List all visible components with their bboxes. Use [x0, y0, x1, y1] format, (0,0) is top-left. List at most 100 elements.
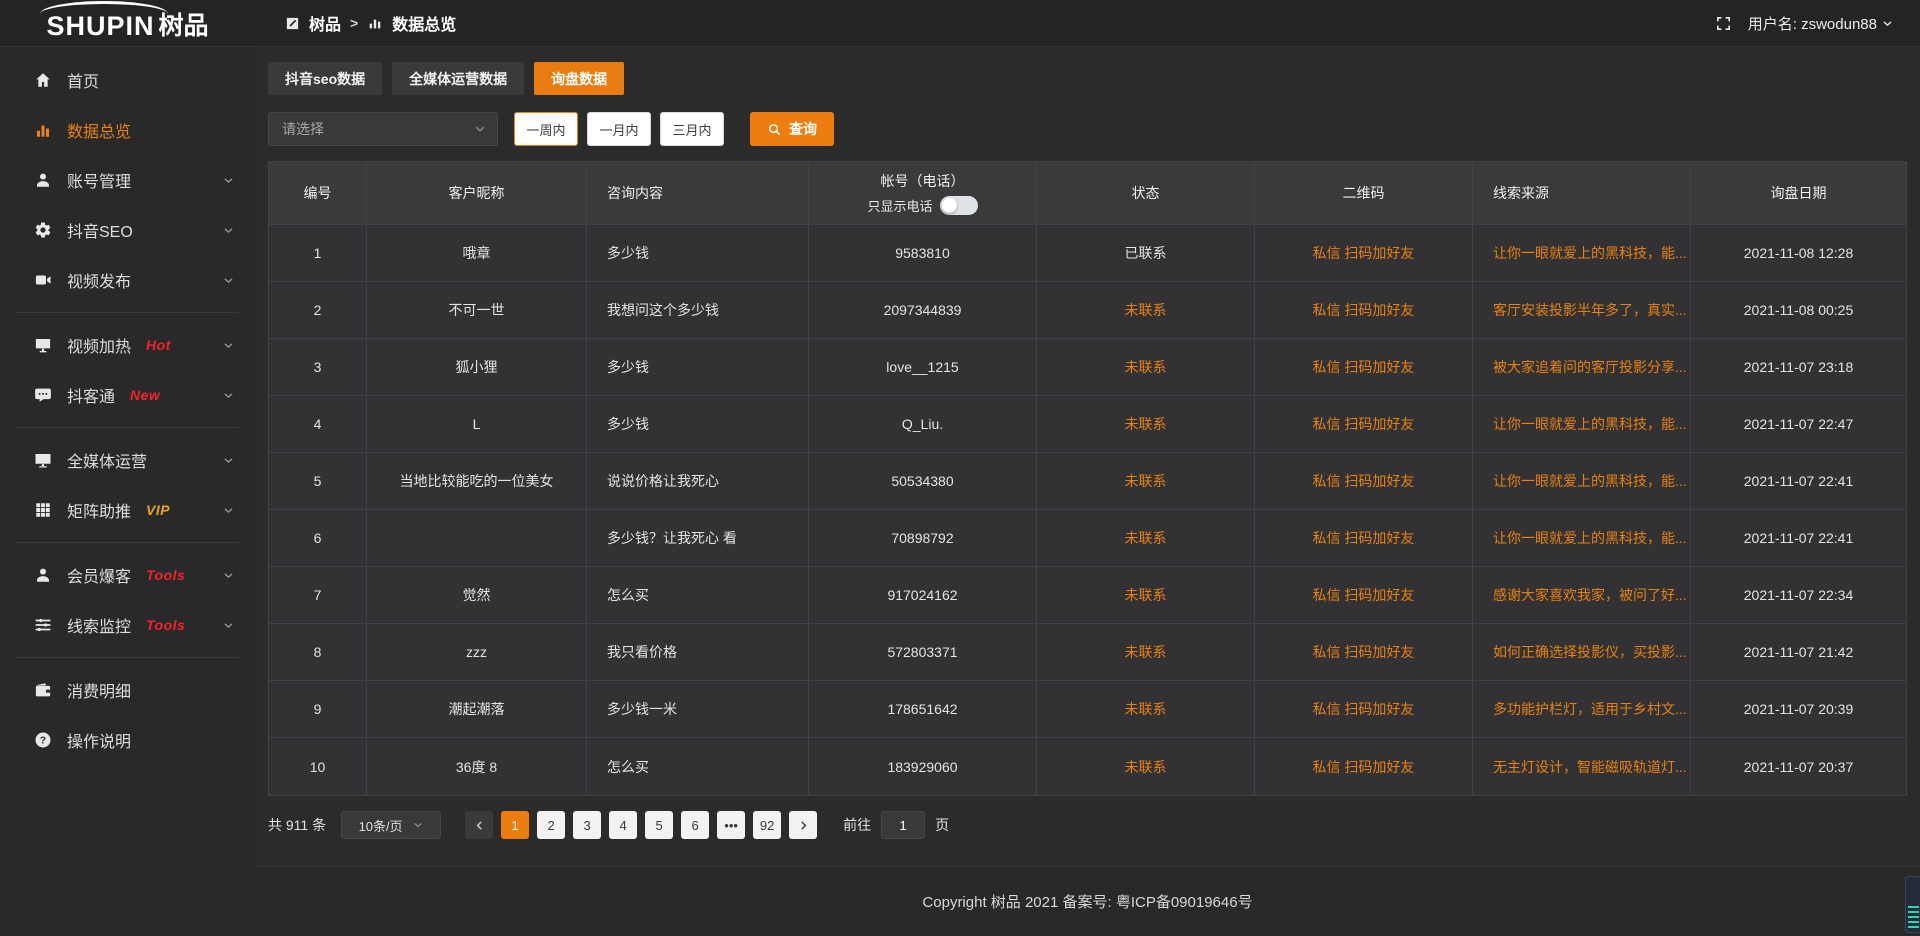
- cell-source[interactable]: 让你一眼就爱上的黑科技，能...: [1473, 510, 1691, 567]
- sidebar-item-video-4[interactable]: 视频发布: [0, 255, 255, 305]
- cell-status: 未联系: [1037, 510, 1255, 567]
- page-size-select[interactable]: 10条/页: [341, 811, 441, 839]
- cell-date: 2021-11-07 20:39: [1691, 681, 1906, 738]
- cell-account: 9583810: [809, 225, 1037, 282]
- cell-qrcode[interactable]: 私信 扫码加好友: [1255, 396, 1473, 453]
- sidebar-item-home-0[interactable]: 首页: [0, 55, 255, 105]
- page-size-label: 10条/页: [359, 816, 403, 835]
- cell-account: 50534380: [809, 453, 1037, 510]
- next-page-button[interactable]: [789, 811, 817, 839]
- cell-date: 2021-11-07 21:42: [1691, 624, 1906, 681]
- range-button-1[interactable]: 一月内: [587, 112, 651, 146]
- cell-source[interactable]: 如何正确选择投影仪，买投影...: [1473, 624, 1691, 681]
- table-row: 3狐小狸多少钱love__1215未联系私信 扫码加好友被大家追着问的客厅投影分…: [269, 339, 1906, 396]
- tab-1[interactable]: 全媒体运营数据: [392, 62, 524, 95]
- table-row: 4L多少钱Q_Liu.未联系私信 扫码加好友让你一眼就爱上的黑科技，能...20…: [269, 396, 1906, 453]
- range-button-0[interactable]: 一周内: [514, 112, 578, 146]
- sidebar-item-label: 消费明细: [67, 678, 131, 702]
- goto-page-input[interactable]: [881, 811, 925, 839]
- page-button-1[interactable]: 1: [501, 811, 529, 839]
- sidebar-item-label: 抖客通: [67, 383, 115, 407]
- chevron-down-icon: [222, 454, 235, 467]
- tab-0[interactable]: 抖音seo数据: [268, 62, 382, 95]
- sidebar-item-wallet-11[interactable]: 消费明细: [0, 665, 255, 715]
- cell-qrcode[interactable]: 私信 扫码加好友: [1255, 225, 1473, 282]
- cell-account: 572803371: [809, 624, 1037, 681]
- query-button-label: 查询: [789, 119, 817, 139]
- table-body: 1哦章多少钱9583810已联系私信 扫码加好友让你一眼就爱上的黑科技，能...…: [269, 225, 1906, 795]
- cell-status: 未联系: [1037, 453, 1255, 510]
- sidebar-item-chat-6[interactable]: 抖客通New: [0, 370, 255, 420]
- sidebar-item-screen-7[interactable]: 全媒体运营: [0, 435, 255, 485]
- chevron-down-icon: [222, 224, 235, 237]
- chevron-right-icon: [797, 819, 810, 832]
- phone-only-toggle[interactable]: [940, 196, 978, 215]
- breadcrumb-page[interactable]: 数据总览: [392, 11, 456, 35]
- cell-qrcode[interactable]: 私信 扫码加好友: [1255, 282, 1473, 339]
- tab-2[interactable]: 询盘数据: [534, 62, 624, 95]
- logo-text-cn: 树品: [159, 14, 209, 39]
- chevron-down-icon: [412, 819, 424, 831]
- page-button-4[interactable]: 4: [609, 811, 637, 839]
- sidebar-item-question-12[interactable]: ?操作说明: [0, 715, 255, 765]
- cell-date: 2021-11-07 23:18: [1691, 339, 1906, 396]
- cell-content: 怎么买: [587, 738, 809, 795]
- user-dropdown[interactable]: 用户名: zswodun88: [1748, 13, 1894, 34]
- chevron-down-icon: [222, 389, 235, 402]
- sidebar-item-grid-8[interactable]: 矩阵助推VIP: [0, 485, 255, 535]
- prev-page-button[interactable]: [465, 811, 493, 839]
- cell-qrcode[interactable]: 私信 扫码加好友: [1255, 738, 1473, 795]
- cell-source[interactable]: 感谢大家喜欢我家，被问了好...: [1473, 567, 1691, 624]
- cell-id: 3: [269, 339, 367, 396]
- menu-badge: Tools: [146, 617, 185, 633]
- sidebar-item-gear-3[interactable]: 抖音SEO: [0, 205, 255, 255]
- filter-select[interactable]: 请选择: [268, 112, 498, 146]
- bar-chart-icon: [367, 15, 383, 31]
- cell-qrcode[interactable]: 私信 扫码加好友: [1255, 624, 1473, 681]
- sidebar-item-user-9[interactable]: 会员爆客Tools: [0, 550, 255, 600]
- cell-qrcode[interactable]: 私信 扫码加好友: [1255, 453, 1473, 510]
- cell-source[interactable]: 客厅安装投影半年多了，真实...: [1473, 282, 1691, 339]
- total-count: 共 911 条: [268, 815, 326, 835]
- col-id: 编号: [269, 162, 367, 225]
- query-button[interactable]: 查询: [750, 112, 834, 146]
- data-tabs: 抖音seo数据全媒体运营数据询盘数据: [268, 62, 1907, 95]
- wallet-icon: [33, 681, 52, 699]
- cell-source[interactable]: 让你一眼就爱上的黑科技，能...: [1473, 453, 1691, 510]
- floating-widget[interactable]: [1905, 876, 1920, 933]
- cell-source[interactable]: 被大家追着问的客厅投影分享...: [1473, 339, 1691, 396]
- range-button-2[interactable]: 三月内: [660, 112, 724, 146]
- page-button-3[interactable]: 3: [573, 811, 601, 839]
- page-button-•••[interactable]: •••: [717, 811, 745, 839]
- table-row: 5当地比较能吃的一位美女说说价格让我死心50534380未联系私信 扫码加好友让…: [269, 453, 1906, 510]
- cell-source[interactable]: 无主灯设计，智能磁吸轨道灯...: [1473, 738, 1691, 795]
- cell-source[interactable]: 让你一眼就爱上的黑科技，能...: [1473, 396, 1691, 453]
- fullscreen-icon[interactable]: [1715, 15, 1732, 32]
- cell-id: 4: [269, 396, 367, 453]
- date-range-group: 一周内一月内三月内: [514, 112, 724, 146]
- cell-status: 未联系: [1037, 567, 1255, 624]
- cell-nickname: [367, 510, 587, 567]
- cell-source[interactable]: 让你一眼就爱上的黑科技，能...: [1473, 225, 1691, 282]
- page-button-5[interactable]: 5: [645, 811, 673, 839]
- sidebar-item-label: 矩阵助推: [67, 498, 131, 522]
- col-account-label: 帐号（电话）: [880, 171, 964, 191]
- sidebar-item-user-2[interactable]: 账号管理: [0, 155, 255, 205]
- sidebar-item-monitor-5[interactable]: 视频加热Hot: [0, 320, 255, 370]
- sidebar-item-sliders-10[interactable]: 线索监控Tools: [0, 600, 255, 650]
- cell-qrcode[interactable]: 私信 扫码加好友: [1255, 510, 1473, 567]
- menu-divider: [16, 312, 239, 313]
- cell-id: 6: [269, 510, 367, 567]
- sidebar-item-label: 视频发布: [67, 268, 131, 292]
- cell-qrcode[interactable]: 私信 扫码加好友: [1255, 339, 1473, 396]
- page-button-92[interactable]: 92: [753, 811, 781, 839]
- sidebar-item-bar-chart-1[interactable]: 数据总览: [0, 105, 255, 155]
- col-status: 状态: [1037, 162, 1255, 225]
- cell-source[interactable]: 多功能护栏灯，适用于乡村文...: [1473, 681, 1691, 738]
- breadcrumb-app[interactable]: 树品: [309, 11, 341, 35]
- page-button-6[interactable]: 6: [681, 811, 709, 839]
- cell-account: 183929060: [809, 738, 1037, 795]
- page-button-2[interactable]: 2: [537, 811, 565, 839]
- cell-qrcode[interactable]: 私信 扫码加好友: [1255, 681, 1473, 738]
- cell-qrcode[interactable]: 私信 扫码加好友: [1255, 567, 1473, 624]
